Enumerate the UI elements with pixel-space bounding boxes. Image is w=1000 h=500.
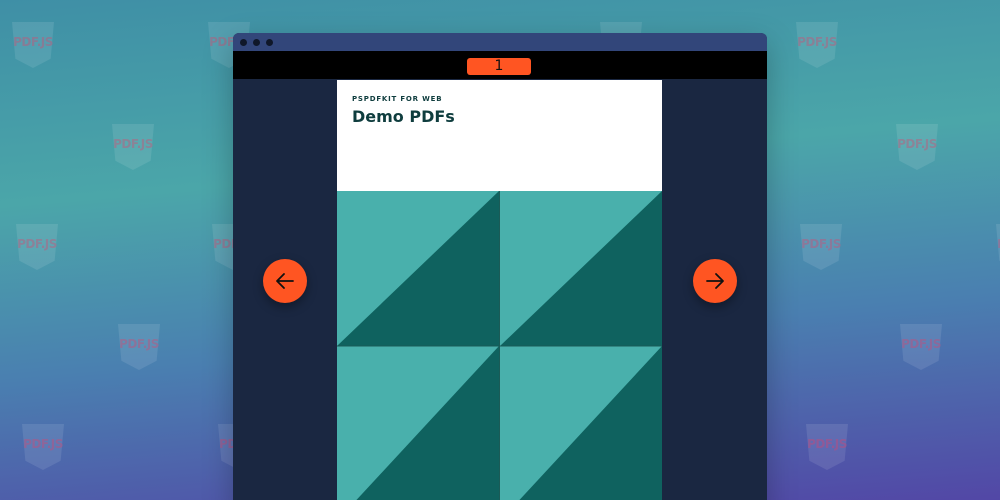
pdfjs-logo: PDF.JS [118,324,160,370]
window-titlebar [233,33,767,51]
browser-window: 1 PSPDFKIT FOR WEB Demo PDFs [233,33,767,500]
pdfjs-logo: PDF.JS [896,124,938,170]
pdfjs-logo: PDF.JS [12,22,54,68]
pdfjs-logo: PDF.JS [796,22,838,68]
logo-text: PDF.JS [807,437,847,451]
logo-text: PDF.JS [23,437,63,451]
logo-text: PDF.JS [113,137,153,151]
logo-text: PDF.JS [13,35,53,49]
logo-text: PDF.JS [897,137,937,151]
pdfjs-logo: PDF.JS [996,224,1000,270]
page-number-indicator[interactable]: 1 [467,58,531,75]
pdfjs-logo: PDF.JS [800,224,842,270]
page-artwork [337,191,662,500]
logo-text: PDF.JS [17,237,57,251]
previous-page-button[interactable] [263,259,307,303]
arrow-left-icon [276,273,294,289]
pdfjs-logo: PDF.JS [112,124,154,170]
pdfjs-logo: PDF.JS [22,424,64,470]
viewer-toolbar: 1 [233,51,767,79]
pdf-viewer: PSPDFKIT FOR WEB Demo PDFs [233,79,767,500]
logo-text: PDF.JS [119,337,159,351]
logo-text: PDF.JS [901,337,941,351]
page-title: Demo PDFs [352,107,455,126]
logo-text: PDF.JS [801,237,841,251]
logo-text: PDF.JS [797,35,837,49]
pdfjs-logo: PDF.JS [16,224,58,270]
window-close-dot[interactable] [240,39,247,46]
page-kicker: PSPDFKIT FOR WEB [352,95,443,103]
pdf-page: PSPDFKIT FOR WEB Demo PDFs [337,80,662,500]
logo-text: PDF.JS [996,237,1000,251]
pdfjs-logo: PDF.JS [806,424,848,470]
arrow-right-icon [706,273,724,289]
window-minimize-dot[interactable] [253,39,260,46]
pdfjs-logo: PDF.JS [900,324,942,370]
next-page-button[interactable] [693,259,737,303]
window-maximize-dot[interactable] [266,39,273,46]
